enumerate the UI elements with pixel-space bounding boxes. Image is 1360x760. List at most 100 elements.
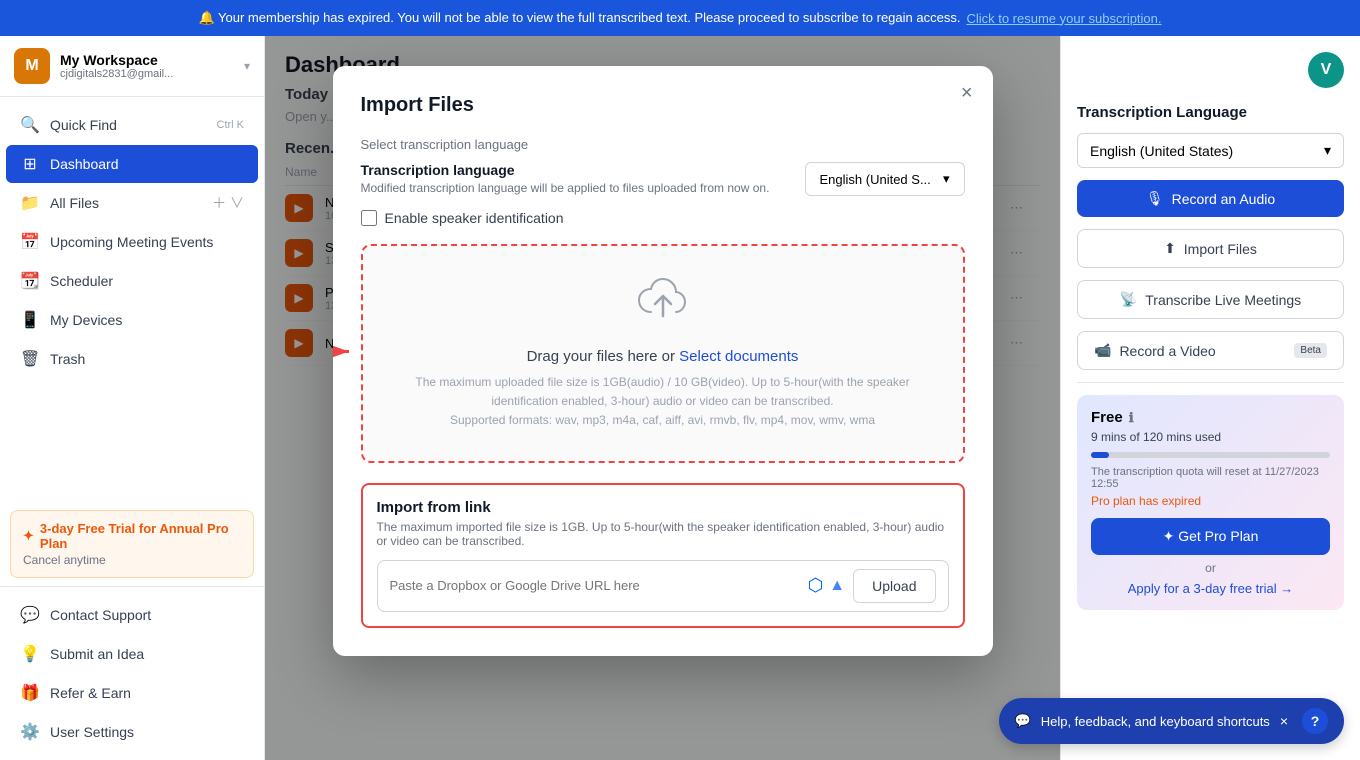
- progress-bar-fill: [1091, 452, 1109, 458]
- home-icon: ⊞: [20, 154, 40, 174]
- lang-selected-value: English (United S...: [820, 172, 931, 187]
- sidebar-item-upcoming-meetings[interactable]: 📅 Upcoming Meeting Events: [6, 223, 258, 261]
- sidebar-item-quick-find[interactable]: 🔍 Quick Find Ctrl K: [6, 106, 258, 144]
- modal-title: Import Files: [361, 94, 965, 117]
- drop-formats-text: Supported formats: wav, mp3, m4a, caf, a…: [383, 411, 943, 430]
- sidebar-item-label: Contact Support: [50, 607, 244, 623]
- import-link-desc: The maximum imported file size is 1GB. U…: [377, 520, 949, 548]
- transcription-lang-dropdown[interactable]: English (United States) ▾: [1077, 133, 1344, 168]
- get-pro-button[interactable]: ✦ Get Pro Plan: [1091, 518, 1330, 555]
- language-dropdown-button[interactable]: English (United S... ▾: [805, 162, 965, 196]
- drop-text: Drag your files here or Select documents: [383, 348, 943, 365]
- transcription-lang-title: Transcription Language: [1077, 104, 1344, 121]
- sidebar-item-user-settings[interactable]: ⚙️ User Settings: [6, 713, 258, 751]
- sidebar-item-label: Trash: [50, 351, 244, 367]
- workspace-header[interactable]: M My Workspace cjdigitals2831@gmail... ▾: [0, 36, 264, 97]
- support-icon: 💬: [20, 605, 40, 625]
- idea-icon: 💡: [20, 644, 40, 664]
- chevron-down-icon: ▾: [943, 171, 950, 187]
- add-icon: ＋ ∨: [212, 193, 244, 213]
- free-plan-box: Free ℹ 9 mins of 120 mins used The trans…: [1077, 395, 1344, 610]
- membership-banner: 🔔 Your membership has expired. You will …: [0, 0, 1360, 36]
- sidebar-item-refer-earn[interactable]: 🎁 Refer & Earn: [6, 674, 258, 712]
- sidebar-item-trash[interactable]: 🗑 Trash: [6, 340, 258, 378]
- cloud-service-icons: ⬡ ▲: [808, 575, 846, 596]
- trash-icon: 🗑: [20, 349, 40, 369]
- info-icon: ℹ: [1129, 410, 1134, 426]
- microphone-icon: 🎙: [1146, 190, 1164, 207]
- sidebar-item-label: Dashboard: [50, 156, 244, 172]
- lang-info-box: Transcription language Modified transcri…: [361, 162, 770, 195]
- avatar: M: [14, 48, 50, 84]
- lang-row: Transcription language Modified transcri…: [361, 162, 965, 196]
- beta-badge: Beta: [1294, 343, 1327, 358]
- sidebar-item-label: Refer & Earn: [50, 685, 244, 701]
- sidebar-item-label: All Files: [50, 195, 202, 211]
- link-input-row: ⬡ ▲ Upload: [377, 560, 949, 612]
- chevron-down-icon: ▾: [244, 59, 250, 73]
- modal-close-button[interactable]: ×: [961, 82, 973, 105]
- sidebar-item-label: Quick Find: [50, 117, 207, 133]
- google-drive-icon: ▲: [829, 577, 845, 595]
- chevron-down-icon: ▾: [1324, 142, 1331, 159]
- search-icon: 🔍: [20, 115, 40, 135]
- workspace-email: cjdigitals2831@gmail...: [60, 68, 234, 80]
- record-video-button[interactable]: 📹 Record a Video Beta: [1077, 331, 1344, 370]
- main-content: Dashboard Today Open y... Recen... Name …: [265, 36, 1060, 760]
- help-label: Help, feedback, and keyboard shortcuts: [1041, 714, 1270, 729]
- import-files-modal: Import Files × Select transcription lang…: [333, 66, 993, 656]
- import-link-box: Import from link The maximum imported fi…: [361, 483, 965, 628]
- record-audio-button[interactable]: 🎙 Record an Audio: [1077, 180, 1344, 217]
- broadcast-icon: 📡: [1120, 291, 1137, 308]
- workspace-info: My Workspace cjdigitals2831@gmail...: [60, 52, 234, 80]
- lang-value: English (United States): [1090, 143, 1233, 159]
- import-link-section: Import from link The maximum imported fi…: [361, 483, 965, 628]
- sidebar-bottom: 💬 Contact Support 💡 Submit an Idea 🎁 Ref…: [0, 586, 264, 760]
- speaker-id-row: Enable speaker identification: [361, 210, 965, 226]
- settings-icon: ⚙️: [20, 722, 40, 742]
- gift-icon: 🎁: [20, 683, 40, 703]
- drop-max-size-text: The maximum uploaded file size is 1GB(au…: [383, 373, 943, 411]
- workspace-name: My Workspace: [60, 52, 234, 68]
- transcribe-meetings-button[interactable]: 📡 Transcribe Live Meetings: [1077, 280, 1344, 319]
- or-divider-text: or: [1091, 561, 1330, 575]
- sidebar-item-label: My Devices: [50, 312, 244, 328]
- modal-overlay: Import Files × Select transcription lang…: [265, 36, 1060, 760]
- file-drop-zone[interactable]: Drag your files here or Select documents…: [361, 244, 965, 463]
- folder-icon: 📁: [20, 193, 40, 213]
- panel-divider: [1077, 382, 1344, 383]
- sidebar-nav: 🔍 Quick Find Ctrl K ⊞ Dashboard 📁 All Fi…: [0, 97, 264, 502]
- sidebar-item-submit-idea[interactable]: 💡 Submit an Idea: [6, 635, 258, 673]
- dropbox-icon: ⬡: [808, 575, 824, 596]
- right-panel-header: V: [1077, 52, 1344, 88]
- free-trial-link[interactable]: Apply for a 3-day free trial →: [1091, 581, 1330, 596]
- speaker-id-checkbox[interactable]: [361, 210, 377, 226]
- drop-zone-wrapper: Drag your files here or Select documents…: [361, 244, 965, 463]
- arrow-wrapper: [333, 337, 356, 370]
- user-avatar: V: [1308, 52, 1344, 88]
- sidebar-item-all-files[interactable]: 📁 All Files ＋ ∨: [6, 184, 258, 222]
- select-documents-link[interactable]: Select documents: [679, 348, 798, 365]
- red-arrow-icon: [333, 337, 356, 367]
- upload-button[interactable]: Upload: [853, 569, 935, 603]
- speaker-id-label: Enable speaker identification: [385, 210, 564, 226]
- lang-title: Transcription language: [361, 162, 515, 178]
- help-icon: 💬: [1015, 713, 1031, 729]
- import-files-button[interactable]: ⬆ Import Files: [1077, 229, 1344, 268]
- help-close-button[interactable]: ×: [1280, 713, 1288, 729]
- reset-text: The transcription quota will reset at 11…: [1091, 466, 1330, 490]
- help-chat-widget[interactable]: 💬 Help, feedback, and keyboard shortcuts…: [999, 698, 1344, 744]
- right-panel: V Transcription Language English (United…: [1060, 36, 1360, 760]
- lang-desc: Modified transcription language will be …: [361, 181, 770, 195]
- sidebar-item-dashboard[interactable]: ⊞ Dashboard: [6, 145, 258, 183]
- url-input[interactable]: [390, 578, 800, 593]
- sidebar-item-my-devices[interactable]: 📱 My Devices: [6, 301, 258, 339]
- sidebar-item-contact-support[interactable]: 💬 Contact Support: [6, 596, 258, 634]
- calendar-icon: 📅: [20, 232, 40, 252]
- sidebar-item-label: Submit an Idea: [50, 646, 244, 662]
- sidebar-item-scheduler[interactable]: 📆 Scheduler: [6, 262, 258, 300]
- resume-subscription-link[interactable]: Click to resume your subscription.: [966, 11, 1161, 26]
- modal-section-label: Select transcription language: [361, 137, 965, 152]
- promo-box[interactable]: ✦ 3-day Free Trial for Annual Pro Plan C…: [10, 510, 254, 578]
- help-circle-icon: ?: [1302, 708, 1328, 734]
